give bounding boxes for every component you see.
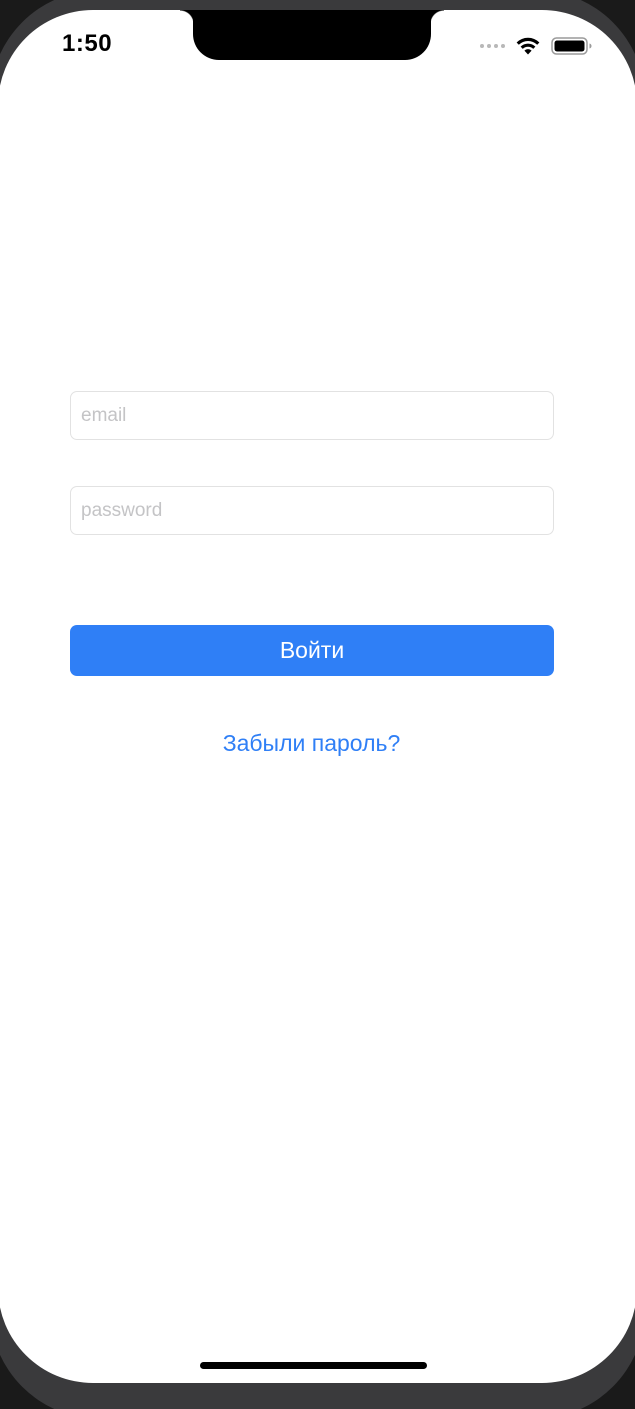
home-indicator[interactable] bbox=[200, 1362, 427, 1369]
password-input[interactable] bbox=[71, 487, 553, 534]
login-button[interactable]: Войти bbox=[70, 625, 554, 676]
email-field[interactable] bbox=[70, 391, 554, 440]
status-icons bbox=[480, 36, 593, 56]
wifi-icon bbox=[516, 37, 540, 55]
app-screen: 1:50 Войти Забыли пароль? bbox=[0, 10, 635, 1383]
password-field[interactable] bbox=[70, 486, 554, 535]
battery-icon bbox=[551, 37, 592, 55]
status-time: 1:50 bbox=[62, 30, 113, 57]
forgot-password-link[interactable]: Забыли пароль? bbox=[0, 730, 625, 757]
device-notch bbox=[180, 10, 444, 60]
cellular-signal-icon bbox=[480, 44, 505, 48]
email-input[interactable] bbox=[71, 392, 553, 439]
device-frame: 1:50 Войти Забыли пароль? bbox=[0, 0, 635, 1409]
